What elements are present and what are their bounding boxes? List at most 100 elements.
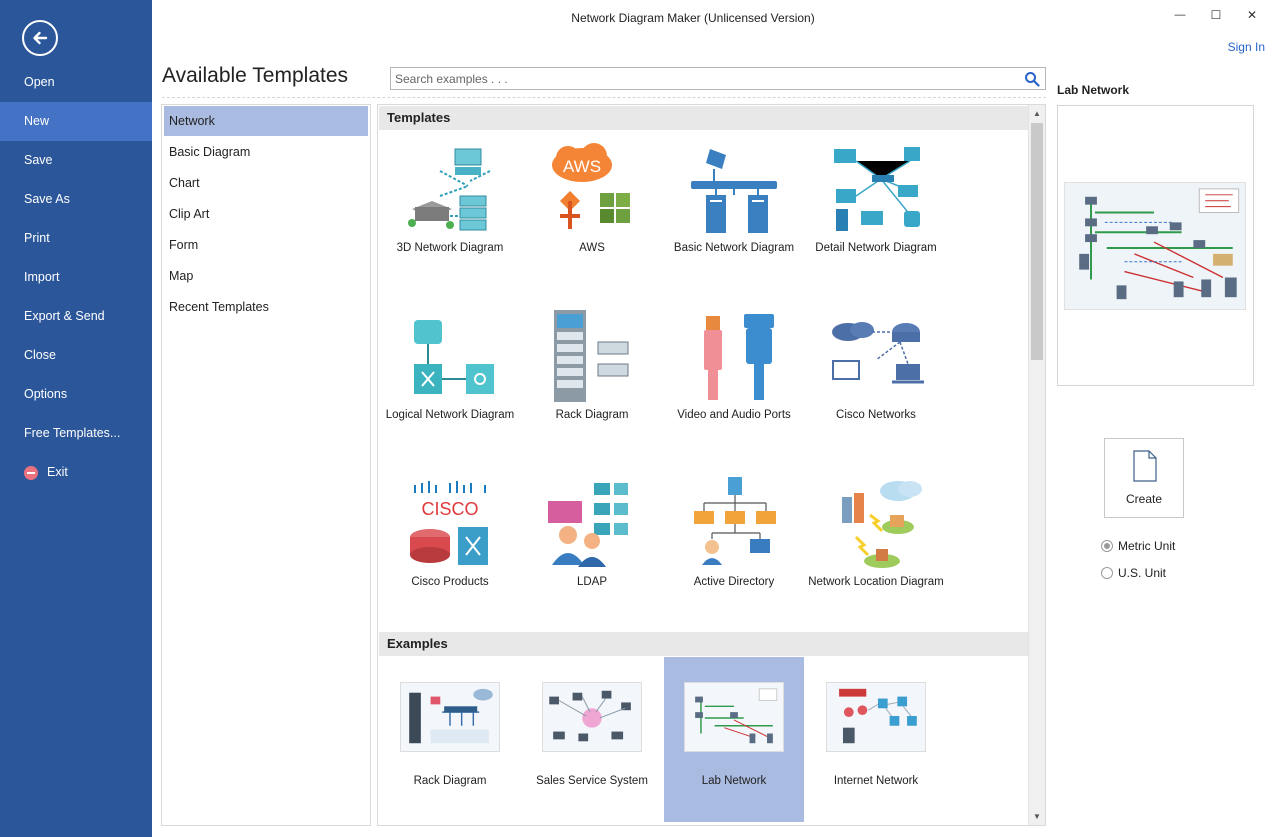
category-clip-art[interactable]: Clip Art	[164, 199, 368, 229]
cisco-networks-icon	[832, 322, 924, 384]
ports-icon	[704, 314, 774, 400]
nav-save[interactable]: Save	[0, 141, 152, 180]
template-logical-network[interactable]: Logical Network Diagram	[379, 302, 521, 467]
us-unit-label: U.S. Unit	[1118, 566, 1167, 580]
category-list: Network Basic Diagram Chart Clip Art For…	[161, 104, 371, 826]
nav-options[interactable]: Options	[0, 375, 152, 414]
example-label: Internet Network	[833, 775, 919, 787]
template-rack[interactable]: Rack Diagram	[521, 302, 663, 467]
category-form[interactable]: Form	[164, 230, 368, 260]
template-label: Logical Network Diagram	[385, 409, 515, 421]
lab-network-thumbnail	[684, 682, 784, 752]
title-bar: Network Diagram Maker (Unlicensed Versio…	[152, 0, 1274, 34]
template-ldap[interactable]: LDAP	[521, 469, 663, 634]
templates-panel: Templates 3D Network Diagram AWS AWS Bas…	[377, 104, 1046, 826]
exit-icon	[24, 465, 38, 480]
minimize-button[interactable]: —	[1165, 4, 1195, 26]
sales-service-thumbnail	[542, 682, 642, 752]
backstage-nav: Open New Save Save As Print Import Expor…	[0, 0, 152, 837]
nav-free-templates[interactable]: Free Templates...	[0, 414, 152, 453]
nav-open[interactable]: Open	[0, 63, 152, 102]
template-label: Cisco Networks	[836, 409, 916, 421]
window-title: Network Diagram Maker (Unlicensed Versio…	[571, 11, 815, 25]
page-title: Available Templates	[162, 64, 349, 87]
nav-new[interactable]: New	[0, 102, 152, 141]
example-lab-network[interactable]: Lab Network	[664, 657, 804, 822]
nav-print[interactable]: Print	[0, 219, 152, 258]
back-arrow-button[interactable]	[22, 20, 58, 56]
search-icon[interactable]	[1024, 71, 1040, 87]
create-button[interactable]: Create	[1104, 438, 1184, 518]
basic-network-icon	[691, 149, 777, 233]
scroll-up-arrow-icon[interactable]: ▲	[1029, 105, 1045, 122]
preview-panel	[1057, 105, 1254, 386]
template-video-audio-ports[interactable]: Video and Audio Ports	[663, 302, 805, 467]
back-arrow-icon	[33, 31, 48, 45]
search-box	[390, 67, 1046, 90]
divider	[162, 97, 1046, 98]
examples-header: Examples	[379, 632, 1028, 656]
rack-example-thumbnail	[400, 682, 500, 752]
template-label: AWS	[579, 242, 605, 254]
category-recent-templates[interactable]: Recent Templates	[164, 292, 368, 322]
network-location-icon	[842, 481, 922, 568]
search-input[interactable]	[391, 68, 1011, 89]
template-label: Rack Diagram	[555, 409, 629, 421]
nav-import[interactable]: Import	[0, 258, 152, 297]
new-document-icon	[1133, 450, 1157, 482]
example-rack-diagram[interactable]: Rack Diagram	[380, 657, 520, 822]
template-cisco-products[interactable]: CISCO Cisco Products	[379, 469, 521, 634]
templates-header: Templates	[379, 106, 1028, 130]
example-sales-service-system[interactable]: Sales Service System	[522, 657, 662, 822]
nav-exit[interactable]: Exit	[0, 453, 152, 492]
example-internet-network[interactable]: Internet Network	[806, 657, 946, 822]
template-basic-network[interactable]: Basic Network Diagram	[663, 135, 805, 300]
template-network-location[interactable]: Network Location Diagram	[805, 469, 947, 634]
template-cisco-networks[interactable]: Cisco Networks	[805, 302, 947, 467]
sign-in-link[interactable]: Sign In	[1228, 40, 1265, 54]
active-directory-icon	[694, 477, 776, 565]
template-label: Detail Network Diagram	[815, 242, 937, 254]
3d-network-icon	[408, 148, 491, 231]
us-unit-radio[interactable]	[1101, 567, 1113, 579]
rack-icon	[554, 310, 629, 402]
svg-text:CISCO: CISCO	[421, 499, 478, 519]
category-chart[interactable]: Chart	[164, 168, 368, 198]
logical-network-icon	[414, 320, 494, 394]
metric-unit-option[interactable]: Metric Unit	[1101, 539, 1175, 553]
example-label: Lab Network	[701, 775, 767, 787]
template-3d-network[interactable]: 3D Network Diagram	[379, 135, 521, 300]
template-label: 3D Network Diagram	[396, 242, 504, 254]
template-detail-network[interactable]: Detail Network Diagram	[805, 135, 947, 300]
scroll-thumb[interactable]	[1031, 123, 1043, 360]
nav-export-send[interactable]: Export & Send	[0, 297, 152, 336]
maximize-icon: ☐	[1210, 8, 1222, 22]
nav-save-as[interactable]: Save As	[0, 180, 152, 219]
metric-unit-radio[interactable]	[1101, 540, 1113, 552]
nav-close[interactable]: Close	[0, 336, 152, 375]
ldap-icon	[548, 483, 628, 567]
preview-title: Lab Network	[1057, 83, 1130, 97]
template-aws[interactable]: AWS AWS	[521, 135, 663, 300]
us-unit-option[interactable]: U.S. Unit	[1101, 566, 1166, 580]
template-label: Network Location Diagram	[808, 576, 944, 588]
internet-network-thumbnail	[826, 682, 926, 752]
category-map[interactable]: Map	[164, 261, 368, 291]
template-active-directory[interactable]: Active Directory	[663, 469, 805, 634]
template-label: Cisco Products	[411, 576, 489, 588]
category-network[interactable]: Network	[164, 106, 368, 136]
template-label: Active Directory	[693, 576, 775, 588]
template-label: Video and Audio Ports	[677, 409, 791, 421]
create-label: Create	[1125, 492, 1163, 506]
detail-network-icon	[834, 147, 920, 231]
category-basic-diagram[interactable]: Basic Diagram	[164, 137, 368, 167]
templates-scrollbar[interactable]: ▲ ▼	[1028, 105, 1045, 825]
aws-icon: AWS	[552, 143, 630, 229]
scroll-down-arrow-icon[interactable]: ▼	[1029, 808, 1045, 825]
close-window-button[interactable]: ✕	[1237, 4, 1267, 26]
maximize-button[interactable]: ☐	[1201, 4, 1231, 26]
template-label: Basic Network Diagram	[673, 242, 795, 254]
minimize-icon: —	[1174, 9, 1186, 21]
svg-text:AWS: AWS	[563, 157, 601, 176]
template-label: LDAP	[576, 576, 608, 588]
